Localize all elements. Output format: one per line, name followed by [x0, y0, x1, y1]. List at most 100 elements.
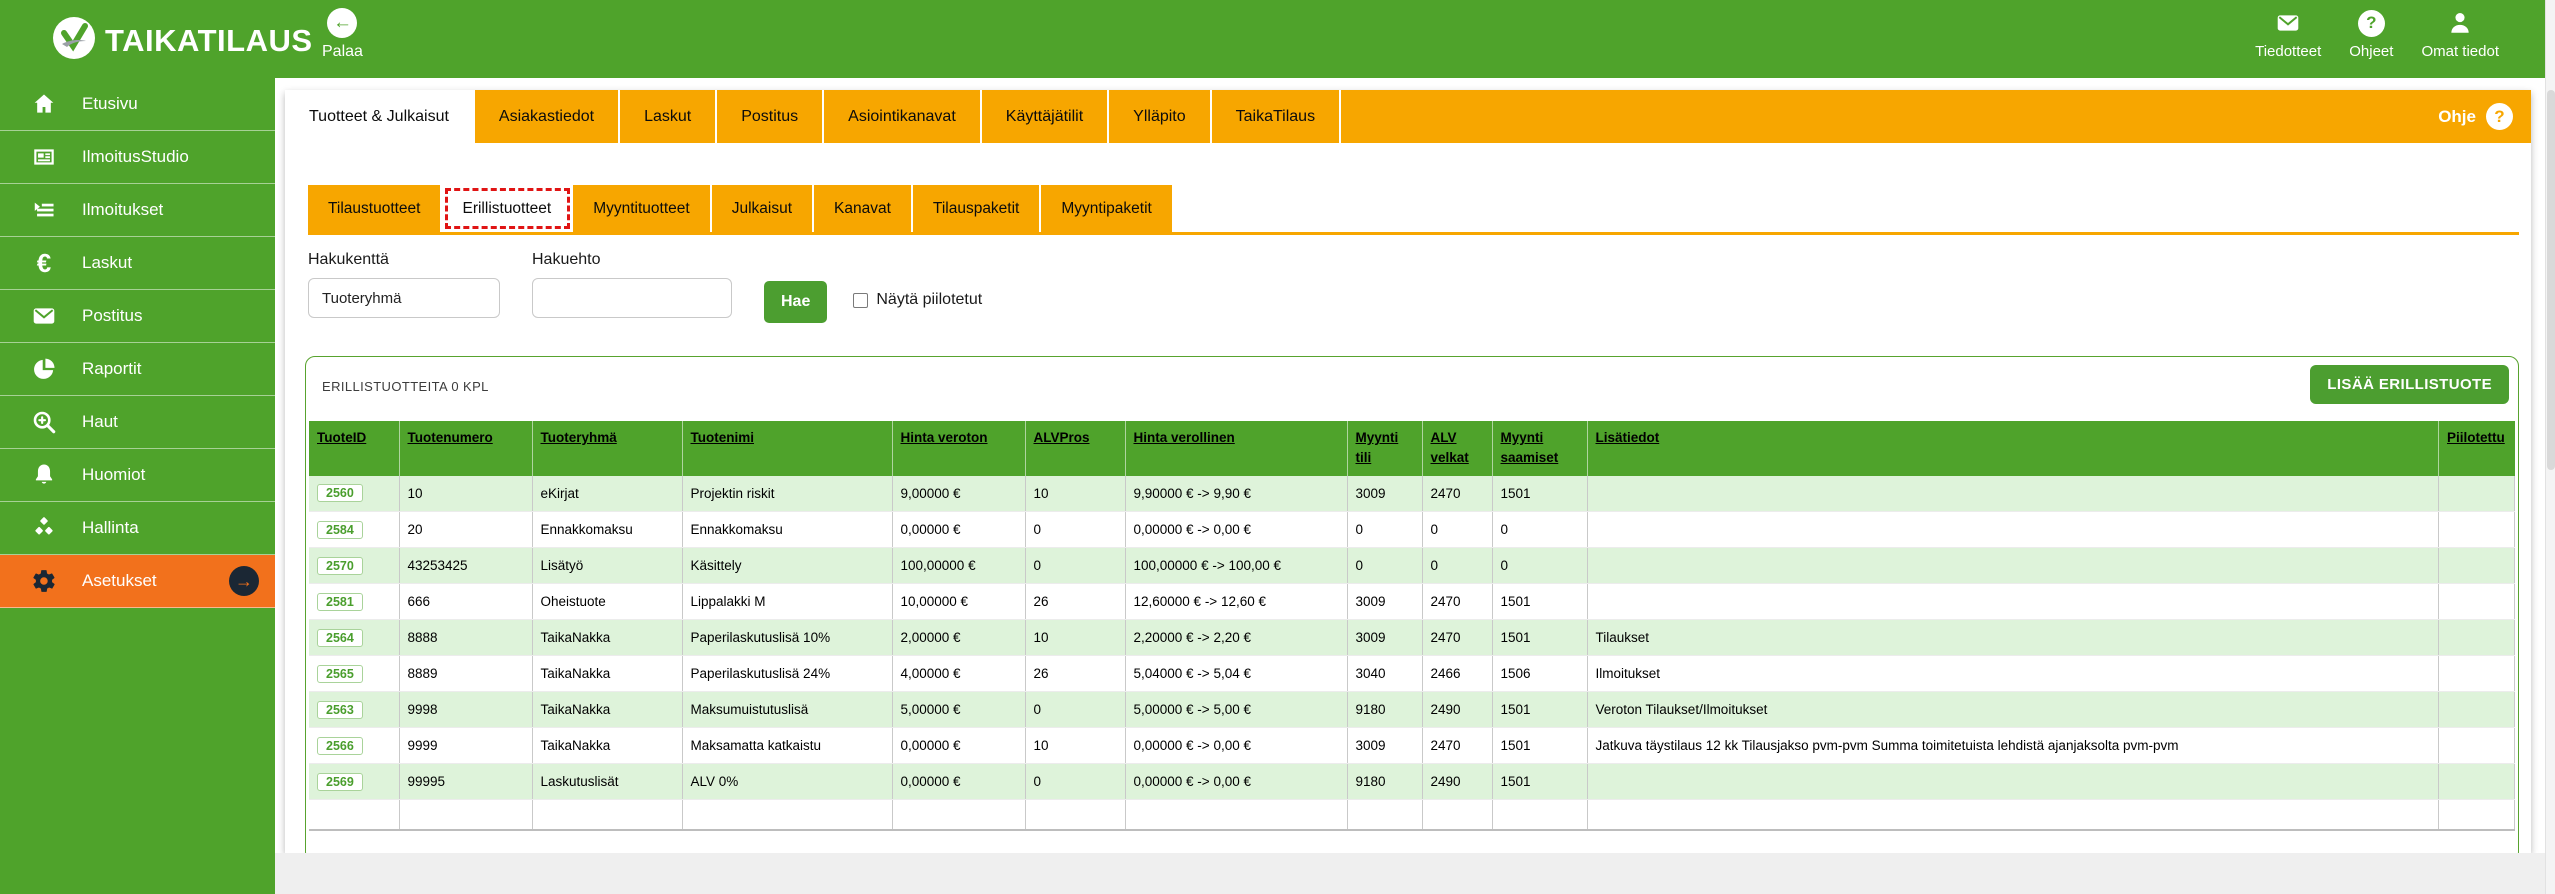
product-id-link[interactable]: 2565 — [317, 665, 363, 683]
product-id-link[interactable]: 2584 — [317, 521, 363, 539]
col-header-tuotenimi[interactable]: Tuotenimi — [682, 421, 892, 476]
envelope-icon — [2274, 9, 2302, 37]
sub-tab-julkaisut[interactable]: Julkaisut — [712, 185, 814, 232]
sub-tab-kanavat[interactable]: Kanavat — [814, 185, 913, 232]
col-header-hinta-verollinen[interactable]: Hinta verollinen — [1125, 421, 1347, 476]
show-hidden-checkbox[interactable] — [853, 293, 868, 308]
topbar-action-label: Tiedotteet — [2255, 43, 2321, 60]
table-row: 25669999TaikaNakkaMaksamatta katkaistu0,… — [309, 728, 2515, 764]
product-id-link[interactable]: 2566 — [317, 737, 363, 755]
col-header-piilotettu[interactable]: Piilotettu — [2439, 421, 2515, 476]
sidebar-item-label: Raportit — [82, 359, 142, 379]
page-background — [275, 853, 2545, 894]
main-tab-taikatilaus[interactable]: TaikaTilaus — [1212, 90, 1341, 143]
sidebar-item-huomiot[interactable]: Huomiot — [0, 449, 275, 502]
sub-tab-myyntituotteet[interactable]: Myyntituotteet — [573, 185, 712, 232]
sidebar-item-ilmoitusstudio[interactable]: IlmoitusStudio — [0, 131, 275, 184]
product-id-link[interactable]: 2560 — [317, 484, 363, 502]
main-tabs-spacer — [1341, 90, 2438, 143]
sidebar-item-postitus[interactable]: Postitus — [0, 290, 275, 343]
envelope-icon — [30, 303, 58, 329]
sidebar-item-ilmoitukset[interactable]: Ilmoitukset — [0, 184, 275, 237]
search-term-input[interactable] — [532, 278, 732, 318]
search-field-select[interactable]: Tuoteryhmä — [308, 278, 500, 318]
sidebar-item-laskut[interactable]: €Laskut — [0, 237, 275, 290]
col-header-tuoteid[interactable]: TuoteID — [309, 421, 399, 476]
products-panel: ERILLISTUOTTEITA 0 KPL LISÄÄ ERILLISTUOT… — [305, 356, 2519, 862]
product-id-link[interactable]: 2563 — [317, 701, 363, 719]
question-circle-icon: ? — [2358, 9, 2385, 37]
topbar-action-omat-tiedot[interactable]: Omat tiedot — [2421, 9, 2499, 60]
col-header-alv-velkat[interactable]: ALV velkat — [1422, 421, 1492, 476]
search-term-group: Hakuehto — [532, 251, 732, 318]
main-tab-asiointikanavat[interactable]: Asiointikanavat — [824, 90, 982, 143]
col-header-tuotenumero[interactable]: Tuotenumero — [399, 421, 532, 476]
sub-tab-erillistuotteet[interactable]: Erillistuotteet — [442, 185, 573, 232]
main-tab-kayttajatilit[interactable]: Käyttäjätilit — [982, 90, 1109, 143]
product-id-link[interactable]: 2564 — [317, 629, 363, 647]
cell-tuoteid: 2564 — [309, 620, 399, 656]
main-tab-laskut[interactable]: Laskut — [620, 90, 717, 143]
main-tab-yllapito[interactable]: Ylläpito — [1109, 90, 1211, 143]
add-product-button[interactable]: LISÄÄ ERILLISTUOTE — [2310, 365, 2509, 404]
gear-icon — [30, 568, 58, 594]
table-row: 258420EnnakkomaksuEnnakkomaksu0,00000 €0… — [309, 512, 2515, 548]
sidebar-item-hallinta[interactable]: Hallinta — [0, 502, 275, 555]
cell-tuoteid: 2563 — [309, 692, 399, 728]
help-label: Ohje — [2438, 107, 2476, 127]
search-button[interactable]: Hae — [764, 281, 827, 323]
topbar-action-ohjeet[interactable]: ?Ohjeet — [2349, 9, 2393, 60]
col-header-hinta-veroton[interactable]: Hinta veroton — [892, 421, 1025, 476]
cell-tuoteid: 2584 — [309, 512, 399, 548]
help-button[interactable]: Ohje ? — [2438, 90, 2531, 143]
product-id-link[interactable]: 2581 — [317, 593, 363, 611]
show-hidden-toggle: Näytä piilotetut — [853, 291, 982, 309]
col-header-alvpros[interactable]: ALVPros — [1025, 421, 1125, 476]
sub-tab-tilauspaketit[interactable]: Tilauspaketit — [913, 185, 1041, 232]
col-header-tuoteryhma[interactable]: Tuoteryhmä — [532, 421, 682, 476]
search-field-value: Tuoteryhmä — [322, 290, 401, 307]
scrollbar-thumb[interactable] — [2547, 90, 2555, 470]
table-row: 256999995LaskutuslisätALV 0%0,00000 €00,… — [309, 764, 2515, 800]
topbar: TAIKATILAUS ← Palaa Tiedotteet?OhjeetOma… — [0, 0, 2555, 78]
logo-icon — [52, 16, 96, 65]
euro-icon: € — [30, 250, 58, 276]
table-row: 25648888TaikaNakkaPaperilaskutuslisä 10%… — [309, 620, 2515, 656]
table-empty-row — [309, 800, 2515, 830]
main-tab-postitus[interactable]: Postitus — [717, 90, 824, 143]
sidebar-item-asetukset[interactable]: Asetukset→ — [0, 555, 275, 608]
table-row: 25658889TaikaNakkaPaperilaskutuslisä 24%… — [309, 656, 2515, 692]
sidebar-item-label: Huomiot — [82, 465, 145, 485]
product-count-label: ERILLISTUOTTEITA 0 KPL — [322, 379, 489, 394]
col-header-myynti-tili[interactable]: Myynti tili — [1347, 421, 1422, 476]
sidebar-item-etusivu[interactable]: Etusivu — [0, 78, 275, 131]
sidebar-item-raportit[interactable]: Raportit — [0, 343, 275, 396]
sub-tab-tilaustuotteet[interactable]: Tilaustuotteet — [308, 185, 442, 232]
topbar-actions: Tiedotteet ?Ohjeet Omat tiedot — [2255, 9, 2499, 60]
main-tab-tuotteet-julkaisut[interactable]: Tuotteet & Julkaisut — [285, 90, 475, 143]
sidebar-item-label: Ilmoitukset — [82, 200, 163, 220]
panel-header: ERILLISTUOTTEITA 0 KPL LISÄÄ ERILLISTUOT… — [306, 357, 2518, 421]
topbar-action-tiedotteet[interactable]: Tiedotteet — [2255, 9, 2321, 60]
back-button[interactable]: ← Palaa — [322, 8, 363, 61]
product-id-link[interactable]: 2569 — [317, 773, 363, 791]
list-icon — [30, 197, 58, 223]
main-tab-asiakastiedot[interactable]: Asiakastiedot — [475, 90, 620, 143]
sidebar-item-label: Asetukset — [82, 571, 157, 591]
question-circle-icon: ? — [2486, 103, 2513, 130]
sidebar-item-haut[interactable]: Haut — [0, 396, 275, 449]
sub-tab-myyntipaketit[interactable]: Myyntipaketit — [1041, 185, 1173, 232]
cell-tuoteid: 2581 — [309, 584, 399, 620]
col-header-myynti-saamiset[interactable]: Myynti saamiset — [1492, 421, 1587, 476]
table-row: 2581666OheistuoteLippalakki M10,00000 €2… — [309, 584, 2515, 620]
scrollbar[interactable] — [2545, 0, 2555, 894]
arrow-left-circle-icon: ← — [327, 8, 357, 38]
product-id-link[interactable]: 2570 — [317, 557, 363, 575]
sidebar-item-label: Hallinta — [82, 518, 139, 538]
cell-tuoteid: 2569 — [309, 764, 399, 800]
main-tab-bar: Tuotteet & JulkaisutAsiakastiedotLaskutP… — [285, 90, 2531, 143]
col-header-lisatiedot[interactable]: Lisätiedot — [1587, 421, 2439, 476]
show-hidden-label: Näytä piilotetut — [876, 291, 982, 309]
cell-tuoteid: 2566 — [309, 728, 399, 764]
cubes-icon — [30, 515, 58, 541]
